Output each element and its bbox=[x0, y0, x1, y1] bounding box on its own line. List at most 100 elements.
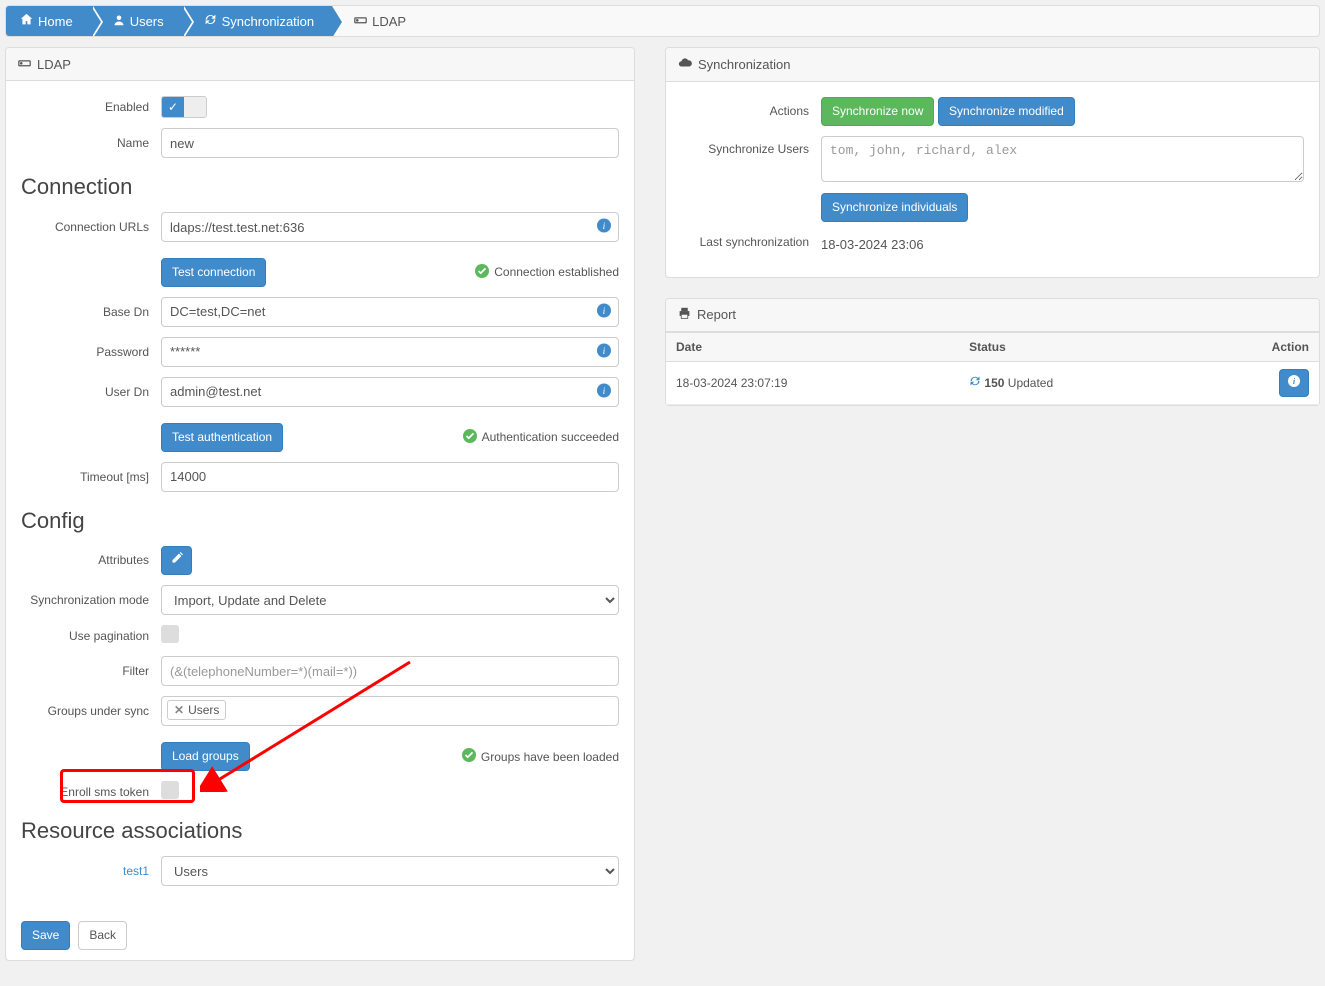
groups-tags-input[interactable]: ✕ Users bbox=[161, 696, 619, 726]
panel-title: Report bbox=[697, 307, 736, 322]
status-count: 150 bbox=[984, 376, 1004, 390]
svg-text:i: i bbox=[603, 386, 606, 397]
home-icon bbox=[20, 13, 33, 29]
label-enabled: Enabled bbox=[21, 100, 161, 114]
back-button[interactable]: Back bbox=[78, 921, 127, 950]
last-sync-value: 18-03-2024 23:06 bbox=[821, 232, 1304, 252]
tag-label: Users bbox=[188, 703, 219, 717]
group-tag: ✕ Users bbox=[167, 700, 226, 720]
panel-title: LDAP bbox=[37, 57, 71, 72]
edit-attributes-button[interactable] bbox=[161, 546, 192, 576]
breadcrumb: Home Users Synchronization LDAP bbox=[5, 5, 1320, 37]
password-input[interactable] bbox=[161, 337, 619, 367]
col-date: Date bbox=[666, 332, 959, 361]
status-label: Updated bbox=[1004, 376, 1053, 390]
info-action-button[interactable]: i bbox=[1279, 369, 1309, 398]
sync-individuals-button[interactable]: Synchronize individuals bbox=[821, 193, 968, 222]
resource-select[interactable]: Users bbox=[161, 856, 619, 886]
label-last-sync: Last synchronization bbox=[681, 235, 821, 249]
cell-date: 18-03-2024 23:07:19 bbox=[666, 361, 959, 405]
label-actions: Actions bbox=[681, 104, 821, 118]
base-dn-input[interactable] bbox=[161, 297, 619, 327]
use-pagination-checkbox[interactable] bbox=[161, 625, 179, 643]
info-icon[interactable]: i bbox=[597, 219, 611, 236]
label-groups: Groups under sync bbox=[21, 704, 161, 718]
check-icon bbox=[475, 264, 489, 281]
remove-tag-icon[interactable]: ✕ bbox=[174, 703, 184, 717]
sync-modified-button[interactable]: Synchronize modified bbox=[938, 97, 1075, 126]
label-password: Password bbox=[21, 345, 161, 359]
panel-header: LDAP bbox=[6, 48, 634, 81]
label-attributes: Attributes bbox=[21, 553, 161, 567]
info-icon[interactable]: i bbox=[597, 343, 611, 360]
status-text: Connection established bbox=[494, 265, 619, 279]
enabled-toggle[interactable]: ✓ bbox=[161, 96, 207, 118]
col-status: Status bbox=[959, 332, 1191, 361]
test-auth-button[interactable]: Test authentication bbox=[161, 423, 283, 452]
report-table: Date Status Action 18-03-2024 23:07:19 1… bbox=[666, 332, 1319, 406]
cloud-icon bbox=[678, 56, 692, 73]
info-icon[interactable]: i bbox=[597, 383, 611, 400]
name-input[interactable] bbox=[161, 128, 619, 158]
crumb-users[interactable]: Users bbox=[91, 6, 182, 36]
load-groups-button[interactable]: Load groups bbox=[161, 742, 250, 771]
label-test1[interactable]: test1 bbox=[21, 864, 161, 878]
crumb-label: Users bbox=[130, 14, 164, 29]
col-action: Action bbox=[1191, 332, 1319, 361]
svg-text:i: i bbox=[603, 221, 606, 232]
table-row: 18-03-2024 23:07:19 150 Updated i bbox=[666, 361, 1319, 405]
check-icon bbox=[462, 748, 476, 765]
sync-icon bbox=[204, 13, 217, 29]
groups-status: Groups have been loaded bbox=[462, 748, 619, 765]
panel-header: Synchronization bbox=[666, 48, 1319, 82]
status-text: Authentication succeeded bbox=[482, 430, 619, 444]
label-enroll-sms: Enroll sms token bbox=[21, 785, 161, 799]
enroll-sms-checkbox[interactable] bbox=[161, 781, 179, 799]
label-conn-urls: Connection URLs bbox=[21, 220, 161, 234]
crumb-label: Synchronization bbox=[222, 14, 315, 29]
save-button[interactable]: Save bbox=[21, 921, 70, 950]
crumb-sync[interactable]: Synchronization bbox=[182, 6, 333, 36]
label-filter: Filter bbox=[21, 664, 161, 678]
hdd-icon bbox=[354, 13, 367, 29]
user-icon bbox=[113, 14, 125, 29]
panel-title: Synchronization bbox=[698, 57, 791, 72]
edit-icon bbox=[170, 552, 183, 570]
status-text: Groups have been loaded bbox=[481, 750, 619, 764]
section-config: Config bbox=[21, 508, 619, 534]
refresh-icon bbox=[969, 376, 984, 390]
sync-users-input[interactable] bbox=[821, 136, 1304, 182]
sync-now-button[interactable]: Synchronize now bbox=[821, 97, 934, 126]
section-connection: Connection bbox=[21, 174, 619, 200]
label-timeout: Timeout [ms] bbox=[21, 470, 161, 484]
crumb-label: Home bbox=[38, 14, 73, 29]
connection-urls-input[interactable] bbox=[161, 212, 619, 242]
label-use-pagination: Use pagination bbox=[21, 629, 161, 643]
crumb-ldap: LDAP bbox=[332, 6, 424, 36]
report-panel: Report Date Status Action 18-03-2024 23:… bbox=[665, 298, 1320, 407]
connection-status: Connection established bbox=[475, 264, 619, 281]
sync-mode-select[interactable]: Import, Update and Delete bbox=[161, 585, 619, 615]
timeout-input[interactable] bbox=[161, 462, 619, 492]
user-dn-input[interactable] bbox=[161, 377, 619, 407]
check-icon bbox=[463, 429, 477, 446]
label-name: Name bbox=[21, 136, 161, 150]
cell-status: 150 Updated bbox=[959, 361, 1191, 405]
auth-status: Authentication succeeded bbox=[463, 429, 619, 446]
section-resource-assoc: Resource associations bbox=[21, 818, 619, 844]
label-sync-users: Synchronize Users bbox=[681, 136, 821, 156]
ldap-panel: LDAP Enabled ✓ Name Co bbox=[5, 47, 635, 961]
svg-text:i: i bbox=[603, 306, 606, 317]
print-icon bbox=[678, 307, 691, 323]
info-icon[interactable]: i bbox=[597, 303, 611, 320]
test-connection-button[interactable]: Test connection bbox=[161, 258, 266, 287]
panel-header: Report bbox=[666, 299, 1319, 332]
filter-input[interactable] bbox=[161, 656, 619, 686]
sync-panel: Synchronization Actions Synchronize now … bbox=[665, 47, 1320, 278]
crumb-label: LDAP bbox=[372, 14, 406, 29]
label-sync-mode: Synchronization mode bbox=[21, 593, 161, 607]
info-icon: i bbox=[1288, 375, 1300, 392]
hdd-icon bbox=[18, 56, 31, 72]
svg-text:i: i bbox=[603, 346, 606, 357]
crumb-home[interactable]: Home bbox=[6, 6, 91, 36]
